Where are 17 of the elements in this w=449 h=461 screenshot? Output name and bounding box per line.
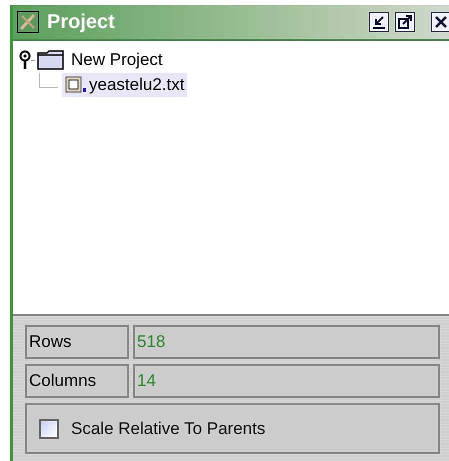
tree-item[interactable]: yeastelu2.txt xyxy=(62,73,188,97)
checkbox-label: Scale Relative To Parents xyxy=(71,418,266,438)
property-label: Columns xyxy=(25,364,129,398)
expand-handle-icon[interactable] xyxy=(19,50,33,70)
window-title: Project xyxy=(47,10,115,34)
property-value: 518 xyxy=(133,325,440,359)
maximize-button[interactable] xyxy=(395,12,415,32)
tree-item[interactable]: New Project xyxy=(71,50,163,70)
tree-connector-line xyxy=(39,73,58,88)
document-icon xyxy=(65,76,87,94)
property-label: Rows xyxy=(25,325,129,359)
close-button[interactable] xyxy=(431,12,449,32)
minimize-button[interactable] xyxy=(369,12,389,32)
property-value: 14 xyxy=(133,364,440,398)
folder-icon xyxy=(37,49,65,71)
tools-icon xyxy=(17,11,39,33)
checkbox[interactable] xyxy=(39,418,59,438)
